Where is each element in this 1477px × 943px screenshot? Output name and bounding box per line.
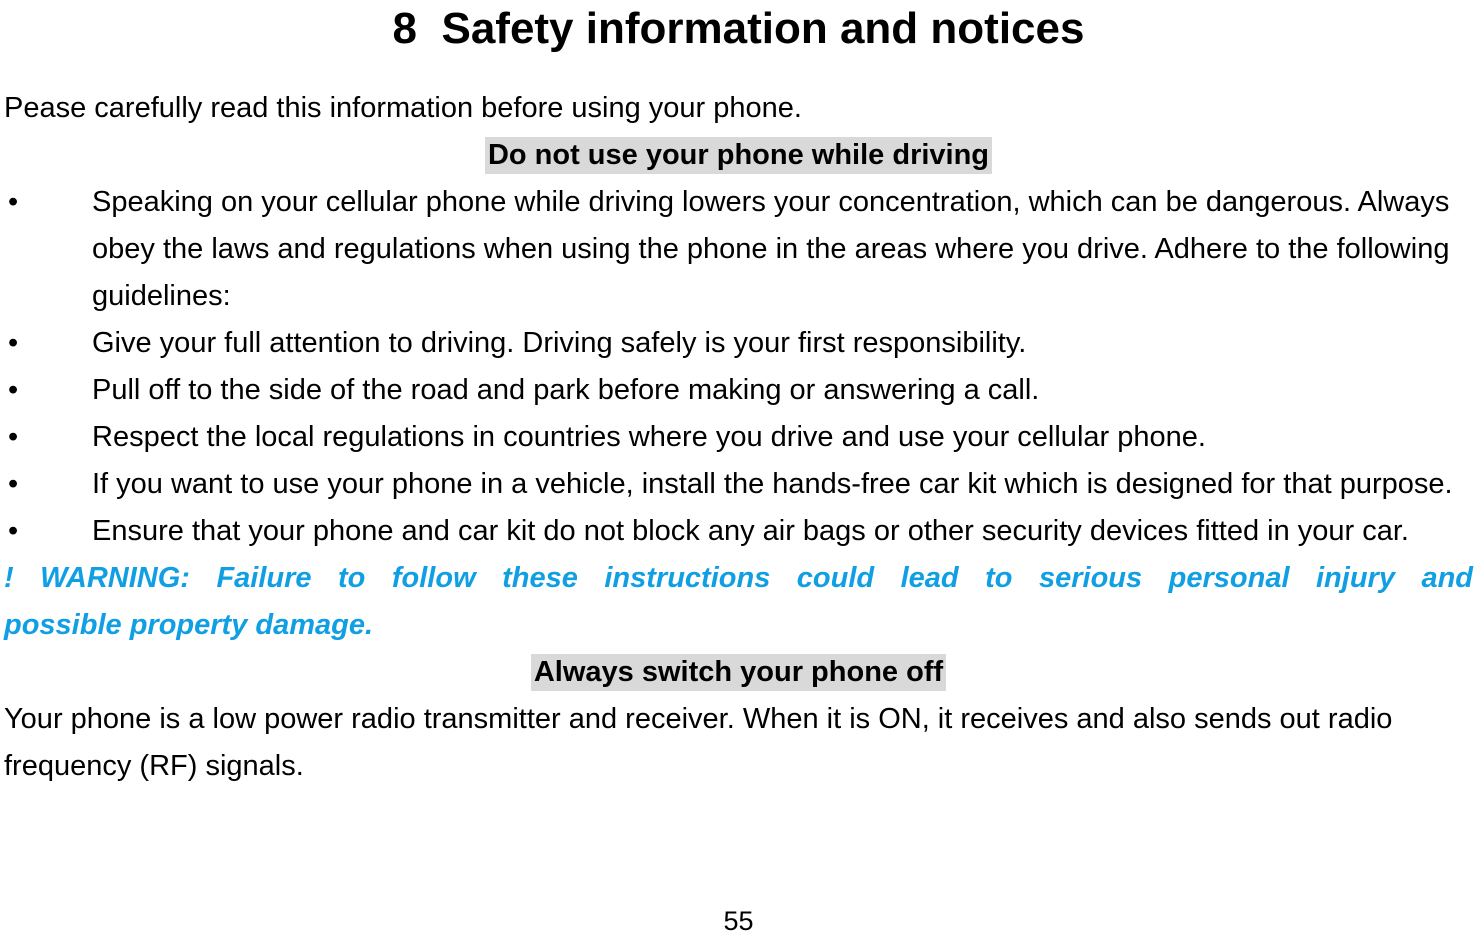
bullet-point-icon: • (8, 374, 19, 406)
list-item: • If you want to use your phone in a veh… (4, 461, 1473, 508)
warning-line-1: ! WARNING: Failure to follow these instr… (4, 562, 1473, 594)
bullet-point-icon: • (8, 515, 19, 547)
document-page: 8 Safety information and notices Pease c… (0, 0, 1477, 943)
list-item-text: Pull off to the side of the road and par… (92, 374, 1040, 406)
section-heading-driving: Do not use your phone while driving (4, 132, 1473, 179)
bullet-point-icon: • (8, 327, 19, 359)
list-item-text: Speaking on your cellular phone while dr… (92, 186, 1450, 312)
section-heading-switch-off: Always switch your phone off (4, 649, 1473, 696)
warning-line-2: possible property damage. (4, 609, 374, 641)
bullet-point-icon: • (8, 421, 19, 453)
list-item: • Respect the local regulations in count… (4, 414, 1473, 461)
section-heading-driving-text: Do not use your phone while driving (484, 137, 993, 174)
list-item: • Pull off to the side of the road and p… (4, 367, 1473, 414)
switch-off-paragraph: Your phone is a low power radio transmit… (4, 703, 1393, 782)
page-number: 55 (723, 906, 754, 936)
list-item-text: Ensure that your phone and car kit do no… (92, 515, 1409, 547)
list-item-text: Respect the local regulations in countri… (92, 421, 1206, 453)
bullet-point-icon: • (8, 468, 19, 500)
bullet-point-icon: • (8, 186, 19, 218)
section-heading-switch-off-text: Always switch your phone off (530, 654, 947, 691)
driving-guidelines-list: • Speaking on your cellular phone while … (4, 179, 1473, 555)
list-item: • Give your full attention to driving. D… (4, 320, 1473, 367)
warning-paragraph: ! WARNING: Failure to follow these instr… (4, 555, 1473, 649)
list-item-text: If you want to use your phone in a vehic… (92, 468, 1453, 500)
intro-paragraph: Pease carefully read this information be… (4, 92, 802, 124)
page-title: 8 Safety information and notices (392, 4, 1085, 53)
list-item: • Speaking on your cellular phone while … (4, 179, 1473, 320)
list-item-text: Give your full attention to driving. Dri… (92, 327, 1027, 359)
list-item: • Ensure that your phone and car kit do … (4, 508, 1473, 555)
